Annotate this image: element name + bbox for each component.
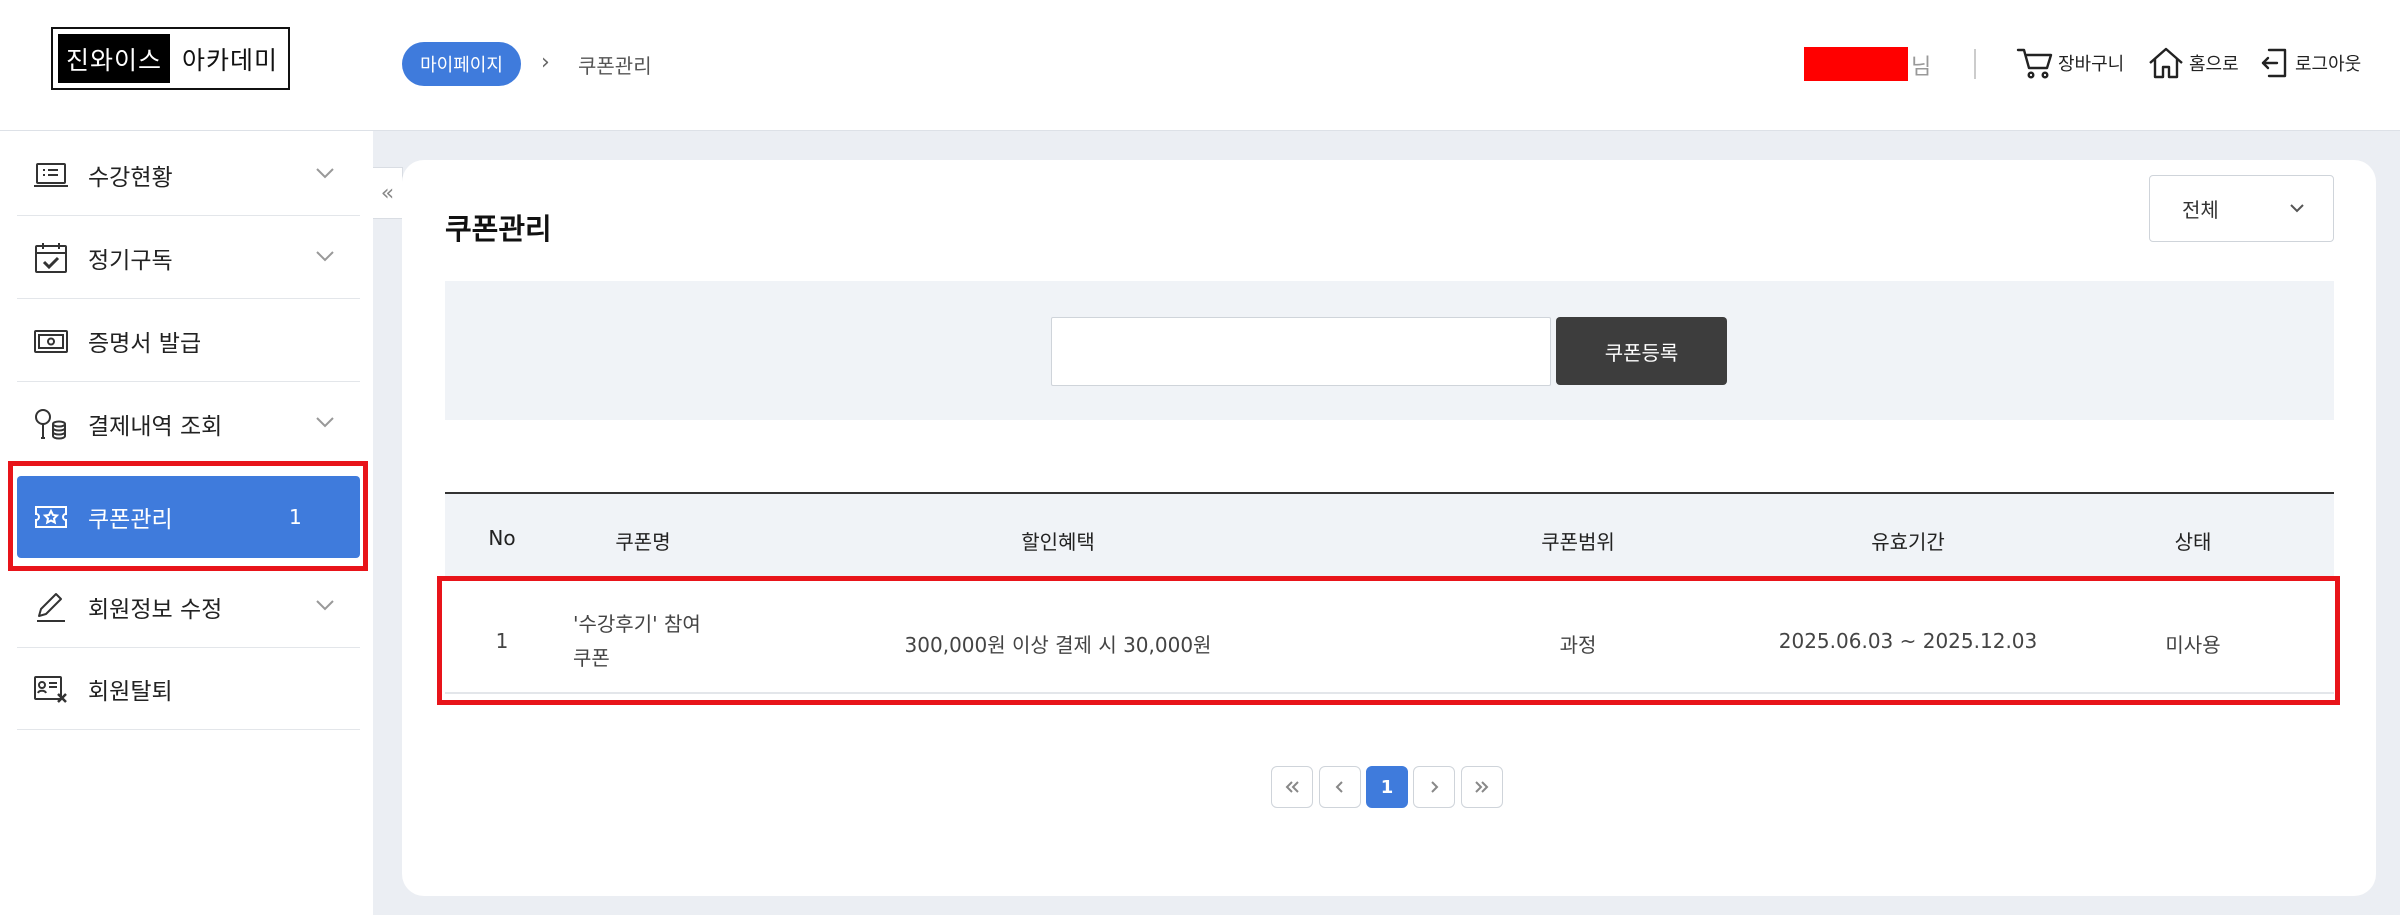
logo-dark-text: 진와이스 xyxy=(58,34,171,83)
sidebar-item-label: 회원정보 수정 xyxy=(88,596,223,623)
sidebar-collapse-icon[interactable]: « xyxy=(373,167,403,219)
sidebar-item-withdraw[interactable]: 회원탈퇴 xyxy=(17,648,360,730)
coupon-ticket-icon xyxy=(35,506,67,528)
user-name-redacted xyxy=(1804,47,1908,81)
filter-selected-value: 전체 xyxy=(2182,198,2219,222)
sidebar-item-subscription[interactable]: 정기구독 xyxy=(17,217,360,299)
user-suffix: 님 xyxy=(1911,55,1932,80)
prev-page-button[interactable] xyxy=(1319,766,1361,808)
chevron-down-icon xyxy=(316,600,334,611)
first-page-button[interactable] xyxy=(1271,766,1313,808)
col-header-name: 쿠폰명 xyxy=(615,530,671,554)
logo-light-text: 아카데미 xyxy=(182,45,279,75)
col-header-scope: 쿠폰범위 xyxy=(1541,530,1615,554)
cell-coupon-name: '수강후기' 참여 쿠폰 xyxy=(573,607,733,675)
coupon-name-line2: 쿠폰 xyxy=(573,646,610,670)
cell-benefit: 300,000원 이상 결제 시 30,000원 xyxy=(904,633,1212,657)
calendar-check-icon xyxy=(35,243,67,273)
col-header-period: 유효기간 xyxy=(1871,530,1945,554)
home-label: 홈으로 xyxy=(2189,54,2239,75)
laptop-list-icon xyxy=(34,163,68,187)
double-chevron-left-icon xyxy=(1285,781,1299,793)
row-divider xyxy=(445,692,2334,694)
cell-no: 1 xyxy=(495,629,509,653)
logout-link[interactable]: 로그아웃 xyxy=(2259,43,2361,83)
chevron-down-icon xyxy=(2290,204,2304,213)
sidebar-item-certificate[interactable]: 증명서 발급 xyxy=(17,300,360,382)
certificate-icon xyxy=(34,330,68,353)
last-page-button[interactable] xyxy=(1461,766,1503,808)
cell-status: 미사용 xyxy=(2165,633,2221,657)
top-header: 진와이스 아카데미 마이페이지 › 쿠폰관리 님 장바구니 홈으로 로그아웃 xyxy=(0,0,2400,131)
pencil-icon xyxy=(37,593,65,622)
cart-icon xyxy=(2016,48,2053,79)
coupon-filter-select[interactable]: 전체 xyxy=(2149,175,2334,242)
sidebar-item-label: 수강현황 xyxy=(88,164,173,191)
col-header-no: No xyxy=(488,526,516,550)
site-logo[interactable]: 진와이스 아카데미 xyxy=(51,27,291,90)
cart-label: 장바구니 xyxy=(2058,54,2125,75)
sidebar-item-payments[interactable]: 결제내역 조회 xyxy=(17,383,360,465)
table-header xyxy=(445,494,2334,578)
payment-coins-icon xyxy=(35,409,66,440)
logout-label: 로그아웃 xyxy=(2295,54,2362,75)
sidebar-item-label: 쿠폰관리 xyxy=(88,507,173,533)
sidebar-item-course-status[interactable]: 수강현황 xyxy=(17,134,360,216)
breadcrumb-mypage[interactable]: 마이페이지 xyxy=(402,42,521,86)
cell-period: 2025.06.03 ~ 2025.12.03 xyxy=(1778,629,2038,653)
header-divider xyxy=(1974,49,1976,79)
col-header-status: 상태 xyxy=(2174,530,2212,554)
cart-link[interactable]: 장바구니 xyxy=(2016,43,2124,83)
chevron-right-icon xyxy=(1431,781,1439,793)
member-remove-icon xyxy=(34,676,67,703)
chevron-down-icon xyxy=(316,168,334,179)
coupon-name-line1: '수강후기' 참여 xyxy=(573,612,701,636)
register-coupon-button[interactable]: 쿠폰등록 xyxy=(1556,317,1727,385)
coupon-count-badge: 1 xyxy=(289,505,302,529)
next-page-button[interactable] xyxy=(1413,766,1455,808)
chevron-down-icon xyxy=(316,417,334,428)
breadcrumb-chevron-icon: › xyxy=(541,50,550,75)
page-title: 쿠폰관리 xyxy=(445,212,552,246)
home-icon xyxy=(2149,47,2183,79)
cell-scope: 과정 xyxy=(1559,633,1597,657)
home-link[interactable]: 홈으로 xyxy=(2147,43,2239,83)
page-button-current[interactable]: 1 xyxy=(1366,766,1408,808)
sidebar-item-label: 결제내역 조회 xyxy=(88,413,223,440)
sidebar-item-coupons[interactable]: 쿠폰관리 1 xyxy=(17,476,360,558)
chevron-down-icon xyxy=(316,251,334,262)
sidebar: 수강현황 정기구독 증명서 발급 결제내역 조회 쿠폰관리 1 회원정보 수정 … xyxy=(0,131,373,915)
col-header-benefit: 할인혜택 xyxy=(1021,530,1095,554)
sidebar-item-label: 정기구독 xyxy=(88,247,173,274)
chevron-left-icon xyxy=(1335,781,1343,793)
logout-icon xyxy=(2261,48,2287,78)
double-chevron-right-icon xyxy=(1475,781,1489,793)
sidebar-item-label: 회원탈퇴 xyxy=(88,678,173,705)
sidebar-item-label: 증명서 발급 xyxy=(88,330,202,357)
breadcrumb-current: 쿠폰관리 xyxy=(578,54,652,78)
sidebar-item-edit-profile[interactable]: 회원정보 수정 xyxy=(17,566,360,648)
coupon-code-input[interactable] xyxy=(1051,317,1551,386)
